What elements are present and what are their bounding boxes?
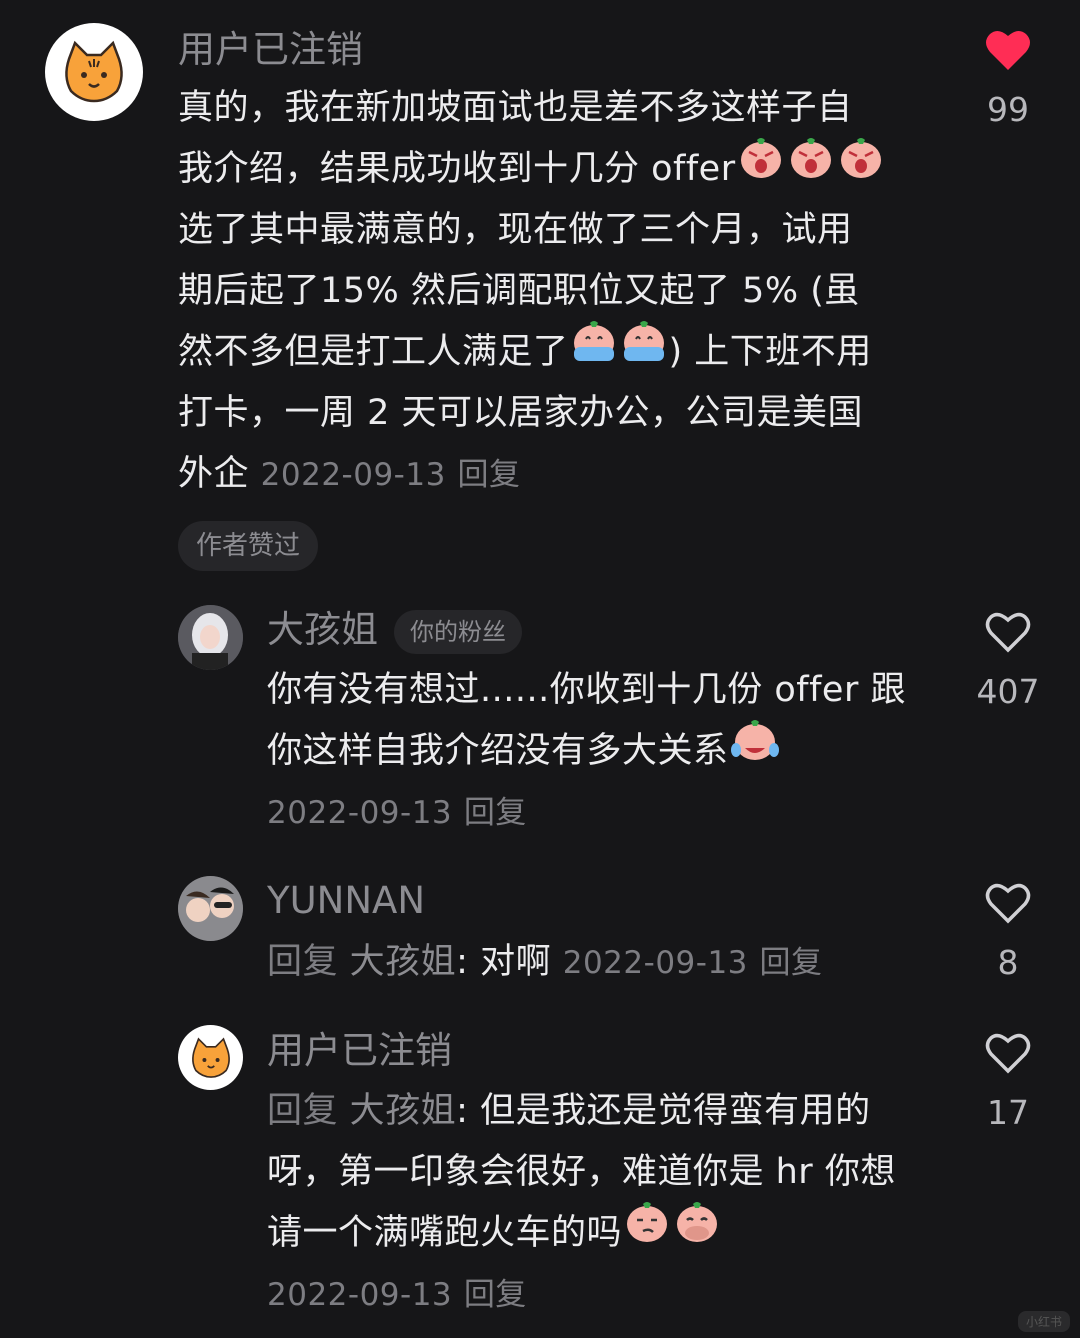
comment-line: 呀，第一印象会很好，难道你是 hr 你想 xyxy=(267,1152,896,1192)
reply-prefix: 回复 xyxy=(267,1091,339,1131)
like-button[interactable]: 8 xyxy=(963,881,1053,983)
comment-meta: 2022-09-13 回复 xyxy=(267,782,947,844)
reply-prefix: 回复 xyxy=(267,942,339,982)
comment-line-text: 我介绍，结果成功收到十几分 offer xyxy=(178,149,736,189)
angry-peach-emoji xyxy=(787,134,835,200)
reply-to-user[interactable]: 大孩姐 xyxy=(350,1091,457,1131)
avatar-image xyxy=(178,876,243,941)
like-button[interactable]: 17 xyxy=(963,1031,1053,1133)
comment-line: 我介绍，结果成功收到十几分 offer xyxy=(178,138,948,200)
like-button[interactable]: 99 xyxy=(963,28,1053,130)
comment-date: 2022-09-13 xyxy=(260,457,446,493)
comment-date: 2022-09-13 xyxy=(267,795,453,831)
avatar-photo[interactable] xyxy=(178,876,243,941)
comment-line: 真的，我在新加坡面试也是差不多这样子自 xyxy=(178,88,853,128)
fan-badge: 你的粉丝 xyxy=(394,609,522,654)
like-button[interactable]: 407 xyxy=(963,610,1053,712)
comment-line: 请一个满嘴跑火车的吗 xyxy=(267,1202,947,1264)
comment-line: 然不多但是打工人满足了 ) 上下班不用 xyxy=(178,321,948,383)
comment-body: 回复 大孩姐: 对啊 2022-09-13 回复 xyxy=(267,932,947,994)
like-count: 17 xyxy=(987,1093,1029,1132)
comment-body: 真的，我在新加坡面试也是差不多这样子自 我介绍，结果成功收到十几分 offer … xyxy=(178,78,948,506)
angry-peach-emoji xyxy=(837,134,885,200)
smirk-peach-emoji xyxy=(623,1198,671,1264)
comment-line-text: : 对啊 xyxy=(456,942,552,982)
avatar-cat[interactable] xyxy=(45,23,143,121)
comment-username[interactable]: 用户已注销 xyxy=(178,26,363,74)
comment-line: 打卡，一周 2 天可以居家办公，公司是美国 xyxy=(178,393,864,433)
reply-to-user[interactable]: 大孩姐 xyxy=(350,942,457,982)
heart-outline-icon xyxy=(985,1033,1031,1074)
comment-date: 2022-09-13 xyxy=(267,1277,453,1313)
comment-line-text: 你这样自我介绍没有多大关系 xyxy=(267,731,729,771)
heart-filled-icon xyxy=(986,30,1030,70)
comment-username[interactable]: 用户已注销 xyxy=(267,1027,452,1075)
comment-line: 外企 2022-09-13 回复 xyxy=(178,444,948,506)
comment-line-text: 外企 xyxy=(178,454,250,494)
like-count: 99 xyxy=(987,90,1029,129)
comment-line-text: ) 上下班不用 xyxy=(668,332,872,372)
cat-icon xyxy=(65,40,123,103)
heart-outline-icon xyxy=(985,883,1031,924)
reply-button[interactable]: 回复 xyxy=(464,1277,527,1313)
crying-peach-emoji xyxy=(620,317,668,383)
comment-line-text: : 但是我还是觉得蛮有用的 xyxy=(456,1091,871,1131)
comment-line: 回复 大孩姐: 对啊 2022-09-13 回复 xyxy=(267,932,947,994)
heart-outline-icon xyxy=(985,612,1031,653)
watermark-logo: 小红书 xyxy=(1017,1311,1070,1332)
reply-button[interactable]: 回复 xyxy=(457,457,520,493)
author-liked-badge: 作者赞过 xyxy=(178,521,319,571)
comment-line-text: 请一个满嘴跑火车的吗 xyxy=(267,1213,623,1253)
covered-mouth-peach-emoji xyxy=(673,1198,721,1264)
reply-button[interactable]: 回复 xyxy=(464,795,527,831)
comment-meta: 2022-09-13 回复 xyxy=(267,1264,947,1326)
avatar-cat[interactable] xyxy=(178,1025,243,1090)
like-count: 407 xyxy=(976,672,1040,711)
crying-peach-emoji xyxy=(570,317,618,383)
avatar-photo[interactable] xyxy=(178,605,243,670)
username-text: 大孩姐 xyxy=(267,608,378,651)
cat-icon xyxy=(191,1036,230,1078)
angry-peach-emoji xyxy=(737,134,785,200)
comment-username[interactable]: 大孩姐 你的粉丝 xyxy=(267,606,522,654)
comment-body: 你有没有想过......你收到十几份 offer 跟 你这样自我介绍没有多大关系… xyxy=(267,660,947,844)
comment-line-text: 然不多但是打工人满足了 xyxy=(178,332,569,372)
comment-line: 期后起了15% 然后调配职位又起了 5% (虽 xyxy=(178,271,860,311)
like-count: 8 xyxy=(997,943,1019,982)
comment-line: 你有没有想过......你收到十几份 offer 跟 xyxy=(267,670,906,710)
comment-line: 选了其中最满意的，现在做了三个月，试用 xyxy=(178,210,853,250)
comment-line: 回复 大孩姐: 但是我还是觉得蛮有用的 xyxy=(267,1081,947,1142)
laugh-cry-peach-emoji xyxy=(730,716,780,782)
avatar-image xyxy=(178,605,243,670)
comment-username[interactable]: YUNNAN xyxy=(267,877,425,925)
reply-button[interactable]: 回复 xyxy=(760,945,823,981)
comment-line: 你这样自我介绍没有多大关系 xyxy=(267,720,947,782)
comment-date: 2022-09-13 xyxy=(562,945,748,981)
comment-body: 回复 大孩姐: 但是我还是觉得蛮有用的 呀，第一印象会很好，难道你是 hr 你想… xyxy=(267,1081,947,1326)
